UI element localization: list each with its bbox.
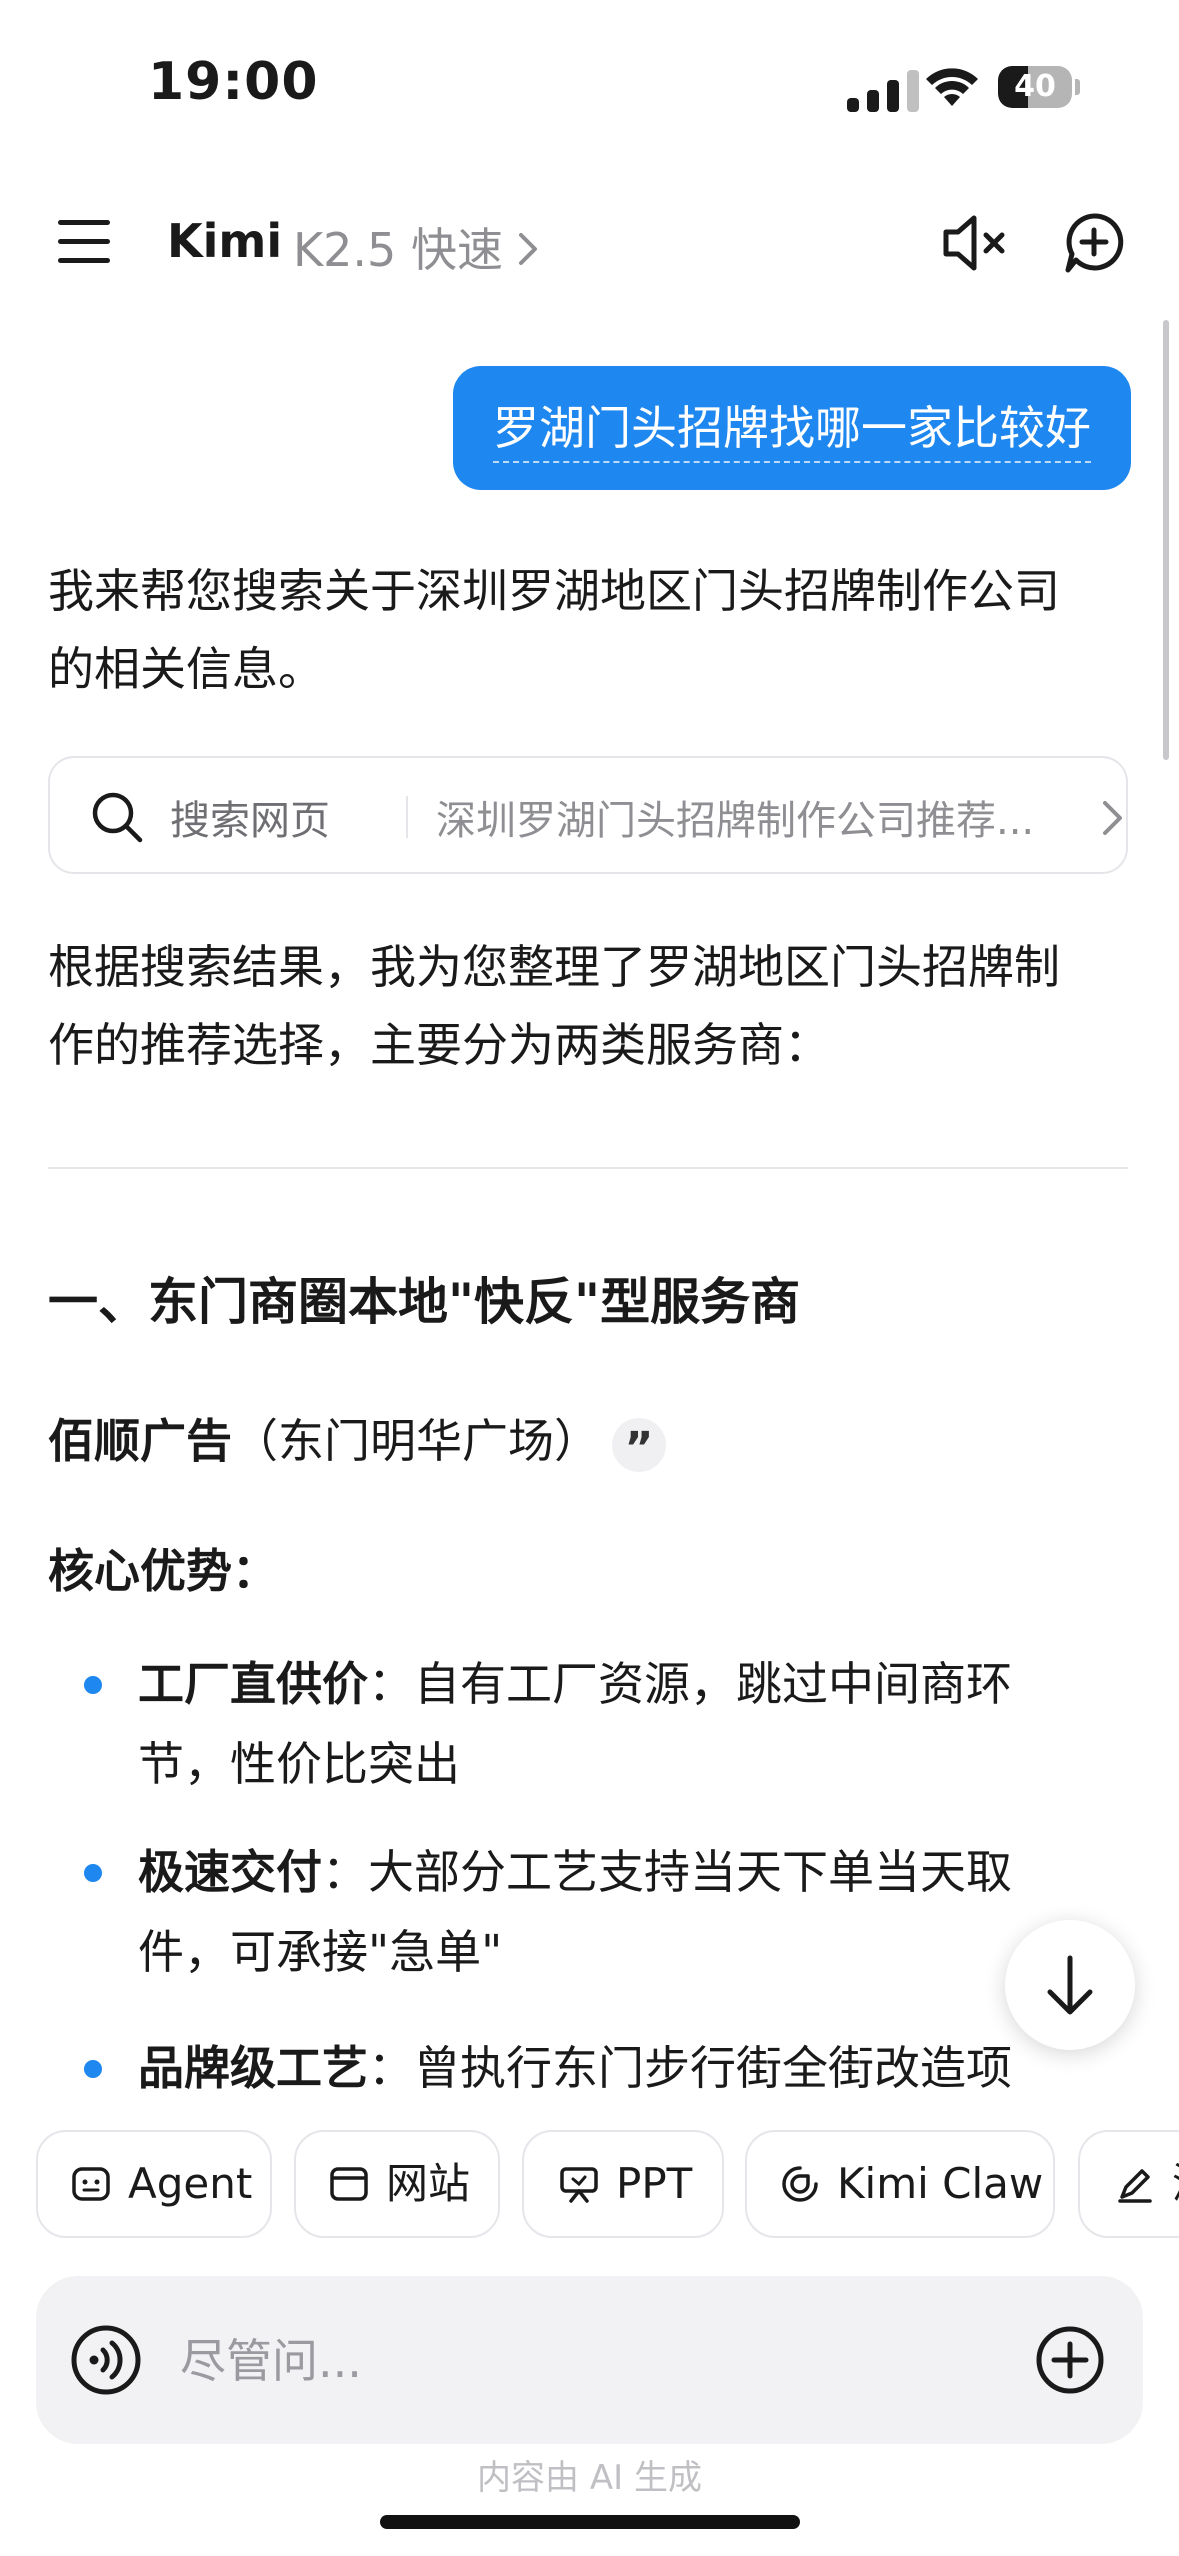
chat-input-box: [36, 2276, 1143, 2444]
bullet-sep: ：: [368, 1657, 414, 1711]
speaker-mute-icon[interactable]: [940, 212, 1008, 274]
intro-line: 我来帮您搜索关于深圳罗湖地区门头招牌制作公司: [48, 564, 1060, 618]
chevron-right-icon: [518, 233, 537, 265]
pen-icon: [1118, 2168, 1152, 2203]
company-location: （东门明华广场）: [232, 1414, 600, 1468]
bullet-text: 节，性价比突出: [138, 1737, 460, 1791]
chip-agent[interactable]: Agent: [36, 2130, 272, 2238]
core-advantages-title: 核心优势：: [48, 1544, 278, 1598]
browser-window-icon: [330, 2166, 368, 2201]
presentation-icon: [560, 2166, 598, 2203]
chip-label: Agent: [128, 2159, 253, 2208]
bullet-sep: ：: [368, 2041, 414, 2095]
menu-icon[interactable]: [58, 220, 110, 264]
battery-indicator: 40: [998, 66, 1082, 110]
user-message-bubble: 罗湖门头招牌找哪一家比较好: [453, 366, 1131, 490]
bullet-dot: [84, 2060, 102, 2078]
bullet-text: 曾执行东门步行街全街改造项: [414, 2041, 1012, 2095]
chip-label: Kimi Claw: [837, 2159, 1044, 2208]
bullet-title: 品牌级工艺: [138, 2041, 368, 2095]
chip-website[interactable]: 网站: [294, 2130, 500, 2238]
scrollbar[interactable]: [1163, 320, 1169, 760]
search-label: 搜索网页: [170, 798, 330, 844]
summary-line: 作的推荐选择，主要分为两类服务商：: [48, 1018, 830, 1072]
model-label: K2.5 快速: [293, 223, 503, 277]
home-indicator[interactable]: [380, 2515, 800, 2529]
intro-line: 的相关信息。: [48, 642, 324, 696]
chip-label: PPT: [616, 2159, 693, 2208]
assistant-summary: 根据搜索结果，我为您整理了罗湖地区门头招牌制 作的推荐选择，主要分为两类服务商：: [48, 928, 1128, 1084]
bullet-text: 自有工厂资源，跳过中间商环: [414, 1657, 1012, 1711]
citation-icon[interactable]: ”: [612, 1417, 666, 1474]
list-item: 工厂直供价：自有工厂资源，跳过中间商环 节，性价比突出: [138, 1644, 1068, 1804]
list-item: 品牌级工艺：曾执行东门步行街全街改造项: [138, 2028, 1068, 2118]
assistant-intro: 我来帮您搜索关于深圳罗湖地区门头招牌制作公司 的相关信息。: [48, 552, 1128, 708]
user-message-text: 罗湖门头招牌找哪一家比较好: [493, 401, 1091, 463]
bullet-sep: ：: [322, 1845, 368, 1899]
ai-disclaimer: 内容由 AI 生成: [477, 2458, 702, 2498]
chip-research[interactable]: 深: [1078, 2130, 1179, 2238]
section-heading: 一、东门商圈本地"快反"型服务商: [48, 1273, 801, 1331]
summary-line: 根据搜索结果，我为您整理了罗湖地区门头招牌制: [48, 940, 1060, 994]
company-line: 佰顺广告（东门明华广场）”: [48, 1405, 666, 1474]
arrow-down-icon: [1047, 1955, 1093, 2015]
wifi-icon: [926, 68, 978, 106]
company-name: 佰顺广告: [48, 1414, 232, 1468]
agent-icon: [72, 2166, 110, 2201]
search-query: 深圳罗湖门头招牌制作公司推荐...: [436, 798, 1035, 844]
scroll-to-bottom-button[interactable]: [1005, 1920, 1135, 2050]
add-icon[interactable]: [1034, 2324, 1106, 2396]
battery-percent: 40: [1014, 69, 1056, 104]
web-search-card[interactable]: 搜索网页 深圳罗湖门头招牌制作公司推荐...: [48, 756, 1128, 874]
chip-label: 网站: [386, 2159, 471, 2208]
app-title: Kimi: [167, 214, 283, 268]
status-time: 19:00: [148, 52, 319, 112]
divider: [48, 1167, 1128, 1169]
search-icon: [92, 792, 143, 843]
list-item: 极速交付：大部分工艺支持当天下单当天取 件，可承接"急单": [138, 1832, 1068, 1992]
model-selector[interactable]: K2.5 快速: [293, 214, 539, 280]
bullet-text: 大部分工艺支持当天下单当天取: [368, 1845, 1012, 1899]
bullet-dot: [84, 1864, 102, 1882]
bullet-dot: [84, 1676, 102, 1694]
bullet-text: 件，可承接"急单": [138, 1925, 503, 1979]
voice-icon[interactable]: [70, 2324, 142, 2396]
chevron-right-icon: [1103, 801, 1122, 835]
new-chat-icon[interactable]: [1064, 212, 1124, 274]
chat-input[interactable]: [178, 2324, 1002, 2398]
bullet-title: 极速交付: [138, 1845, 322, 1899]
chip-kimi-claw[interactable]: Kimi Claw: [745, 2130, 1055, 2238]
claw-icon: [782, 2165, 818, 2202]
chip-ppt[interactable]: PPT: [522, 2130, 724, 2238]
bullet-title: 工厂直供价: [138, 1657, 368, 1711]
chip-label: 深: [1172, 2159, 1179, 2208]
